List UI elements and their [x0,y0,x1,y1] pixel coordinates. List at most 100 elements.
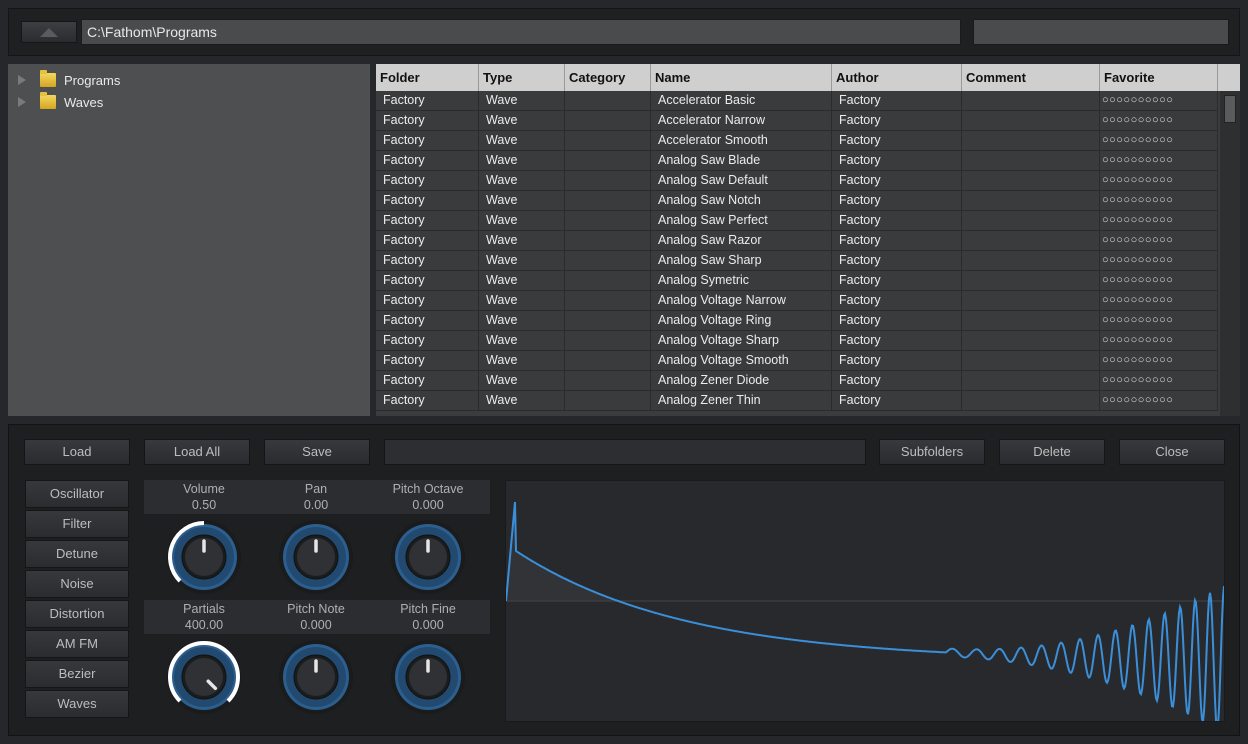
cell-name: Accelerator Smooth [651,131,832,151]
scrollbar-thumb[interactable] [1224,95,1236,123]
cell-type: Wave [479,111,565,131]
table-row[interactable]: Factory Wave Analog Zener Diode Factory ○○○○… [376,371,1220,391]
cell-type: Wave [479,291,565,311]
cell-favorite[interactable]: ○○○○○○○○○○ [1100,211,1218,231]
name-field[interactable] [384,439,866,465]
close-button[interactable]: Close [1119,439,1225,465]
cell-favorite[interactable]: ○○○○○○○○○○ [1100,131,1218,151]
column-header-folder[interactable]: Folder [376,64,479,91]
cell-name: Analog Saw Blade [651,151,832,171]
table-row[interactable]: Factory Wave Analog Saw Notch Factory ○○○○○○… [376,191,1220,211]
sidebar-item-oscillator[interactable]: Oscillator [25,480,129,508]
cell-name: Analog Zener Thin [651,391,832,411]
cell-author: Factory [832,91,962,111]
cell-folder: Factory [376,291,479,311]
pitch-note-knob[interactable] [277,638,355,716]
table-row[interactable]: Factory Wave Analog Zener Thin Factory ○○○○○… [376,391,1220,411]
subfolders-button[interactable]: Subfolders [879,439,985,465]
cell-favorite[interactable]: ○○○○○○○○○○ [1100,191,1218,211]
column-header-type[interactable]: Type [479,64,565,91]
sidebar-item-waves[interactable]: Waves [25,690,129,718]
cell-favorite[interactable]: ○○○○○○○○○○ [1100,231,1218,251]
save-button[interactable]: Save [264,439,370,465]
cell-comment [962,391,1100,411]
cell-folder: Factory [376,91,479,111]
cell-favorite[interactable]: ○○○○○○○○○○ [1100,271,1218,291]
table-row[interactable]: Factory Wave Analog Voltage Sharp Factory ○○… [376,331,1220,351]
cell-favorite[interactable]: ○○○○○○○○○○ [1100,311,1218,331]
knob-label: Pitch Fine 0.000 [373,601,483,633]
cell-favorite[interactable]: ○○○○○○○○○○ [1100,331,1218,351]
table-row[interactable]: Factory Wave Analog Symetric Factory ○○○○○○○… [376,271,1220,291]
table-row[interactable]: Factory Wave Analog Voltage Smooth Factory ○… [376,351,1220,371]
cell-type: Wave [479,91,565,111]
table-row[interactable]: Factory Wave Analog Saw Blade Factory ○○○○○○… [376,151,1220,171]
expand-arrow-icon[interactable] [18,75,26,85]
cell-favorite[interactable]: ○○○○○○○○○○ [1100,111,1218,131]
pan-knob[interactable] [277,518,355,596]
cell-favorite[interactable]: ○○○○○○○○○○ [1100,391,1218,411]
sidebar-item-distortion[interactable]: Distortion [25,600,129,628]
table-row[interactable]: Factory Wave Analog Saw Perfect Factory ○○○○… [376,211,1220,231]
cell-category [565,211,651,231]
table-row[interactable]: Factory Wave Analog Voltage Narrow Factory ○… [376,291,1220,311]
column-header-favorite[interactable]: Favorite [1100,64,1218,91]
table-row[interactable]: Factory Wave Analog Saw Default Factory ○○○○… [376,171,1220,191]
cell-favorite[interactable]: ○○○○○○○○○○ [1100,351,1218,371]
pitch-fine-knob[interactable] [389,638,467,716]
cell-author: Factory [832,251,962,271]
delete-button[interactable]: Delete [999,439,1105,465]
knob-name: Pitch Note [287,602,345,616]
sidebar-item-filter[interactable]: Filter [25,510,129,538]
cell-comment [962,171,1100,191]
cell-favorite[interactable]: ○○○○○○○○○○ [1100,291,1218,311]
cell-author: Factory [832,331,962,351]
tree-item-programs[interactable]: Programs [18,70,120,90]
table-row[interactable]: Factory Wave Analog Saw Sharp Factory ○○○○○○… [376,251,1220,271]
pitch-octave-knob[interactable] [389,518,467,596]
path-bar: C:\Fathom\Programs [8,8,1240,56]
tree-item-label: Programs [64,72,121,88]
cell-folder: Factory [376,151,479,171]
sidebar-item-noise[interactable]: Noise [25,570,129,598]
cell-favorite[interactable]: ○○○○○○○○○○ [1100,371,1218,391]
table-row[interactable]: Factory Wave Accelerator Basic Factory ○○○○○… [376,91,1220,111]
cell-category [565,391,651,411]
cell-author: Factory [832,171,962,191]
column-header-category[interactable]: Category [565,64,651,91]
cell-favorite[interactable]: ○○○○○○○○○○ [1100,91,1218,111]
search-input[interactable] [973,19,1229,45]
parent-folder-button[interactable] [21,21,77,43]
sidebar-item-am-fm[interactable]: AM FM [25,630,129,658]
cell-name: Analog Voltage Sharp [651,331,832,351]
load-button[interactable]: Load [24,439,130,465]
expand-arrow-icon[interactable] [18,97,26,107]
table-row[interactable]: Factory Wave Analog Voltage Ring Factory ○○○… [376,311,1220,331]
column-header-comment[interactable]: Comment [962,64,1100,91]
table-row[interactable]: Factory Wave Accelerator Narrow Factory ○○○○… [376,111,1220,131]
cell-comment [962,251,1100,271]
table-scrollbar[interactable] [1220,91,1240,416]
column-header-name[interactable]: Name [651,64,832,91]
cell-type: Wave [479,131,565,151]
sidebar-item-detune[interactable]: Detune [25,540,129,568]
partials-knob[interactable] [165,638,243,716]
cell-author: Factory [832,151,962,171]
cell-favorite[interactable]: ○○○○○○○○○○ [1100,151,1218,171]
cell-favorite[interactable]: ○○○○○○○○○○ [1100,251,1218,271]
cell-folder: Factory [376,211,479,231]
path-field[interactable]: C:\Fathom\Programs [81,19,961,45]
sidebar-item-bezier[interactable]: Bezier [25,660,129,688]
table-row[interactable]: Factory Wave Analog Saw Razor Factory ○○○○○○… [376,231,1220,251]
tree-item-waves[interactable]: Waves [18,92,103,112]
cell-comment [962,311,1100,331]
waveform-display[interactable] [505,480,1225,730]
wave-browser-window: C:\Fathom\Programs Programs Waves Folder… [0,0,1248,744]
column-header-author[interactable]: Author [832,64,962,91]
volume-knob[interactable] [165,518,243,596]
cell-author: Factory [832,271,962,291]
load-all-button[interactable]: Load All [144,439,250,465]
table-row[interactable]: Factory Wave Accelerator Smooth Factory ○○○○… [376,131,1220,151]
file-table: Folder Type Category Name Author Comment… [376,64,1240,416]
cell-favorite[interactable]: ○○○○○○○○○○ [1100,171,1218,191]
